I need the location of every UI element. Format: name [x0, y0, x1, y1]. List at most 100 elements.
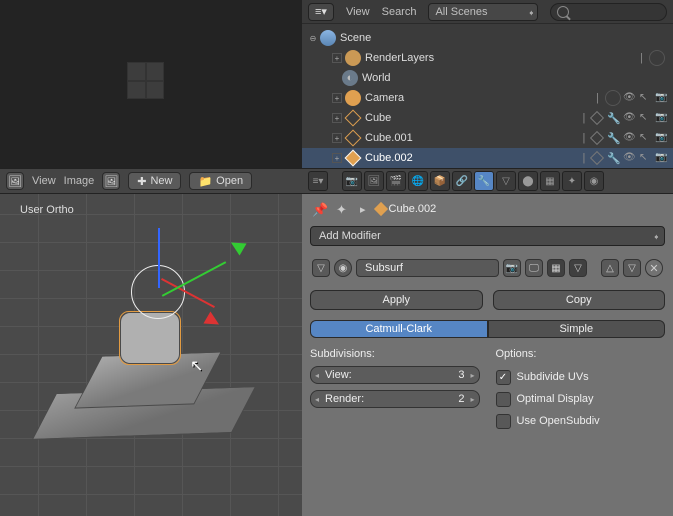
tree-row-cube-002[interactable]: + Cube.002 | 🔧 👁 ↖ 📷 — [302, 148, 673, 168]
modifier-name-input[interactable]: Subsurf — [356, 259, 499, 277]
mesh-data-icon[interactable] — [591, 112, 603, 124]
visibility-icon[interactable]: 👁 — [623, 112, 635, 124]
expand-icon[interactable]: + — [332, 93, 342, 103]
expand-icon[interactable]: + — [332, 53, 342, 63]
display-cage-icon[interactable]: ▽ — [569, 259, 587, 277]
selectable-icon[interactable]: ↖ — [639, 132, 651, 144]
mesh-icon — [345, 130, 361, 146]
display-viewport-icon[interactable]: 🖵 — [525, 259, 543, 277]
editor-type-icon[interactable]: ≡▾ — [308, 171, 328, 191]
move-up-icon[interactable]: △ — [601, 259, 619, 277]
outliner-tree[interactable]: ⊖ Scene + RenderLayers | ◐ World + Camer… — [302, 24, 673, 168]
pin-icon[interactable]: 📌 — [312, 202, 326, 216]
tab-render[interactable]: 📷 — [342, 171, 362, 191]
tab-data[interactable]: ▽ — [496, 171, 516, 191]
subdivide-uvs-row[interactable]: Subdivide UVs — [496, 366, 666, 388]
expand-icon[interactable]: + — [332, 113, 342, 123]
subdivision-type-toggle[interactable]: Catmull-Clark Simple — [310, 320, 665, 338]
mesh-data-icon[interactable] — [591, 132, 603, 144]
tree-row-cube[interactable]: + Cube | 🔧 👁 ↖ 📷 — [302, 108, 673, 128]
tab-render-layers[interactable]: 🖼 — [364, 171, 384, 191]
visibility-icon[interactable]: 👁 — [623, 152, 635, 164]
modifier-header: ▽ ◉ Subsurf 📷 🖵 ▦ ▽ △ ▽ ✕ — [310, 256, 665, 280]
wrench-icon[interactable]: 🔧 — [607, 112, 621, 125]
checkbox-icon[interactable] — [496, 392, 511, 407]
options-label: Options: — [496, 348, 666, 360]
image-image-menu[interactable]: Image — [64, 175, 95, 187]
copy-button[interactable]: Copy — [493, 290, 666, 310]
renderlayer-icon[interactable] — [649, 50, 665, 66]
render-subdivisions-input[interactable]: Render: 2 — [310, 390, 480, 408]
outliner-filter-dropdown[interactable]: All Scenes — [428, 3, 538, 21]
expand-icon[interactable]: + — [332, 133, 342, 143]
tab-texture[interactable]: ▦ — [540, 171, 560, 191]
renderable-icon[interactable]: 📷 — [655, 132, 667, 144]
renderable-icon[interactable]: 📷 — [655, 112, 667, 124]
cube-002-object[interactable] — [120, 312, 180, 364]
view-subdivisions-input[interactable]: View: 3 — [310, 366, 480, 384]
render-icon — [345, 50, 361, 66]
collapse-icon[interactable]: ▽ — [312, 259, 330, 277]
image-browse-icon[interactable]: 🖼 — [102, 172, 120, 190]
display-render-icon[interactable]: 📷 — [503, 259, 521, 277]
selectable-icon[interactable]: ↖ — [639, 152, 651, 164]
world-icon: ◐ — [342, 70, 358, 86]
toggle-simple[interactable]: Simple — [488, 320, 666, 338]
breadcrumb: 📌 ✦ ▸ Cube.002 — [302, 194, 673, 224]
chevron-right-icon: ▸ — [360, 203, 366, 216]
tree-row-camera[interactable]: + Camera | 👁 ↖ 📷 — [302, 88, 673, 108]
outliner-search-input[interactable] — [550, 3, 667, 21]
scene-objects: ↖ — [28, 236, 278, 436]
mesh-icon — [345, 150, 361, 166]
tree-row-scene[interactable]: ⊖ Scene — [302, 28, 673, 48]
properties-header: ≡▾ 📷 🖼 🎬 🌐 📦 🔗 🔧 ▽ ⬤ ▦ ✦ ◉ — [302, 168, 673, 194]
checkbox-icon[interactable] — [496, 370, 511, 385]
tab-modifiers[interactable]: 🔧 — [474, 171, 494, 191]
wrench-icon[interactable]: 🔧 — [607, 132, 621, 145]
y-axis-arrow[interactable] — [227, 236, 246, 255]
expand-icon[interactable]: + — [332, 153, 342, 163]
camera-data-icon[interactable] — [605, 90, 621, 106]
selectable-icon[interactable]: ↖ — [639, 112, 651, 124]
new-button[interactable]: ✚New — [128, 172, 181, 190]
apply-button[interactable]: Apply — [310, 290, 483, 310]
visibility-icon[interactable]: 👁 — [623, 132, 635, 144]
tab-particles[interactable]: ✦ — [562, 171, 582, 191]
move-down-icon[interactable]: ▽ — [623, 259, 641, 277]
image-view-menu[interactable]: View — [32, 175, 56, 187]
mesh-data-icon[interactable] — [591, 152, 603, 164]
tree-row-cube-001[interactable]: + Cube.001 | 🔧 👁 ↖ 📷 — [302, 128, 673, 148]
outliner-search-label: Search — [382, 6, 417, 18]
tab-object[interactable]: 📦 — [430, 171, 450, 191]
delete-modifier-icon[interactable]: ✕ — [645, 259, 663, 277]
use-opensubdiv-row[interactable]: Use OpenSubdiv — [496, 410, 666, 432]
open-button[interactable]: 📁Open — [189, 172, 252, 190]
optimal-display-row[interactable]: Optimal Display — [496, 388, 666, 410]
3d-viewport[interactable]: User Ortho ↖ — [0, 194, 302, 516]
tree-row-world[interactable]: ◐ World — [302, 68, 673, 88]
wrench-icon[interactable]: 🔧 — [607, 152, 621, 165]
tree-row-renderlayers[interactable]: + RenderLayers | — [302, 48, 673, 68]
tab-constraints[interactable]: 🔗 — [452, 171, 472, 191]
display-editmode-icon[interactable]: ▦ — [547, 259, 565, 277]
renderable-icon[interactable]: 📷 — [655, 152, 667, 164]
tab-world[interactable]: 🌐 — [408, 171, 428, 191]
view-mode-label: User Ortho — [20, 204, 74, 216]
disclosure-icon[interactable]: ⊖ — [308, 33, 318, 43]
tab-physics[interactable]: ◉ — [584, 171, 604, 191]
x-axis-arrow[interactable] — [203, 311, 222, 330]
z-axis-line[interactable] — [158, 228, 160, 288]
checkbox-icon[interactable] — [496, 414, 511, 429]
toggle-catmull-clark[interactable]: Catmull-Clark — [310, 320, 488, 338]
visibility-icon[interactable]: 👁 — [623, 92, 635, 104]
tab-material[interactable]: ⬤ — [518, 171, 538, 191]
breadcrumb-object[interactable]: Cube.002 — [376, 203, 437, 215]
selectable-icon[interactable]: ↖ — [639, 92, 651, 104]
outliner-view-menu[interactable]: View — [346, 6, 370, 18]
3d-view-panel: 🖼 View Image 🖼 ✚New 📁Open User Ortho ↖ — [0, 168, 302, 516]
editor-type-icon[interactable]: ≡▾ — [308, 3, 334, 21]
editor-type-icon[interactable]: 🖼 — [6, 172, 24, 190]
add-modifier-dropdown[interactable]: Add Modifier — [310, 226, 665, 246]
tab-scene[interactable]: 🎬 — [386, 171, 406, 191]
renderable-icon[interactable]: 📷 — [655, 92, 667, 104]
